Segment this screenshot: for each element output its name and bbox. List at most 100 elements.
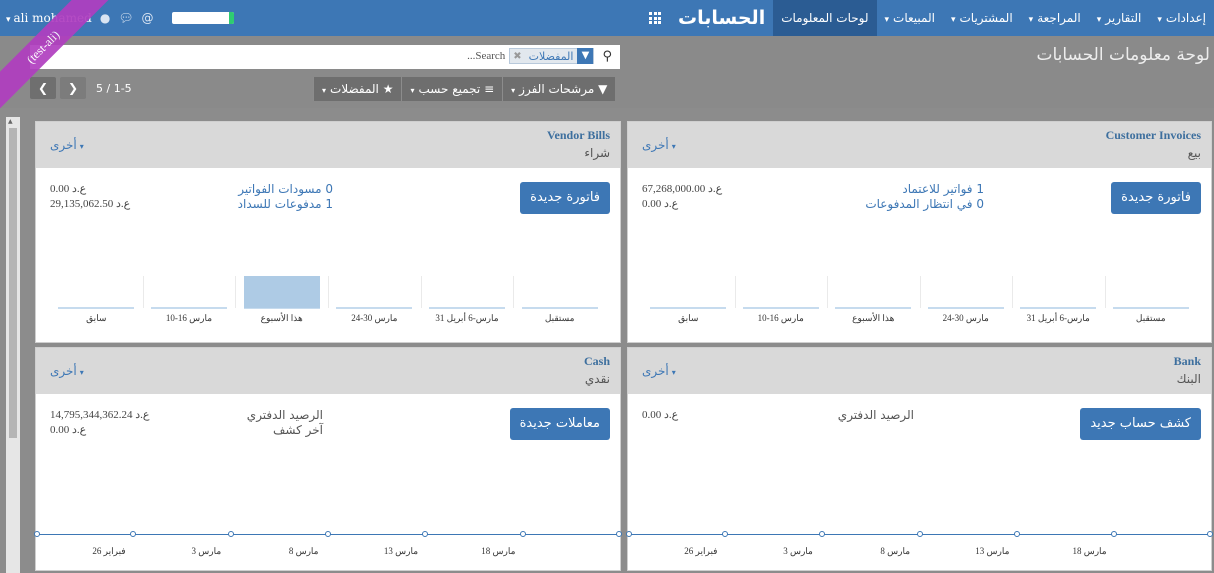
chart-tick-label: 26 فبراير (684, 546, 718, 556)
balance-label: الرصيد الدفتري (246, 408, 323, 422)
card-title[interactable]: Cash نقدي (584, 354, 610, 386)
awaiting-payments-link[interactable]: 0 في انتظار المدفوعات (865, 197, 984, 212)
apps-grid-icon[interactable] (638, 0, 672, 36)
amount-value: 0.00 ع.د (50, 424, 87, 436)
close-icon[interactable]: ✖ (510, 51, 524, 62)
chart-tick-label: 3 مارس (191, 546, 222, 556)
list-icon: ≡ (484, 82, 495, 96)
chart-bar-baseline (927, 307, 1004, 309)
caret-down-icon: ▾ (322, 86, 327, 95)
chart-gridline (919, 276, 921, 308)
menu-review[interactable]: المراجعة▾ (1021, 0, 1089, 36)
user-icon[interactable]: ● (100, 11, 110, 25)
filters-label: مرشحات الفرز (519, 82, 595, 96)
caret-down-icon: ▾ (410, 86, 415, 95)
card-customer-invoices: Customer Invoices بيع ▾أخرى فاتورة جديدة… (627, 121, 1212, 343)
scroll-up-arrow-icon[interactable]: ▲ (8, 118, 13, 125)
chevron-left-icon: ❮ (37, 81, 49, 95)
star-icon: ★ (382, 82, 394, 96)
new-transactions-button[interactable]: معاملات جديدة (509, 408, 610, 440)
menu-reports[interactable]: التقارير▾ (1089, 0, 1150, 36)
chart-point (616, 531, 622, 537)
chart-gridline (513, 276, 515, 308)
chart-bar-baseline (151, 307, 227, 309)
card-links: 1 فواتير للاعتماد 0 في انتظار المدفوعات (865, 182, 984, 212)
amount-value: 14,795,344,362.24 ع.د (50, 409, 150, 421)
line-chart[interactable]: 26 فبراير 3 مارس 8 مارس 13 مارس 18 مارس (626, 498, 1213, 570)
chart-bar-baseline (742, 307, 819, 309)
new-invoice-button[interactable]: فاتورة جديدة (1111, 182, 1201, 214)
main-menu: الحسابات لوحات المعلومات المبيعات▾ المشت… (638, 0, 1214, 36)
amount-value: 29,135,062.50 ع.د (50, 198, 131, 210)
chart-tick-label: 24-30 مارس (942, 313, 989, 323)
line-chart[interactable]: 26 فبراير 3 مارس 8 مارس 13 مارس 18 مارس (34, 498, 622, 570)
card-title[interactable]: Vendor Bills شراء (547, 128, 610, 160)
chart-tick-label: 13 مارس (975, 546, 1010, 556)
card-links: 0 مسودات الفواتير 1 مدفوعات للسداد (238, 182, 333, 212)
chart-bar-baseline (429, 307, 505, 309)
user-menu[interactable]: ▾ ali mohamed (6, 11, 92, 25)
menu-label: لوحات المعلومات (781, 11, 869, 25)
menu-settings[interactable]: إعدادات▾ (1149, 0, 1214, 36)
amount-value: 0.00 ع.د (50, 183, 87, 195)
search-icon[interactable]: ⚲ (602, 49, 612, 64)
chart-bar-baseline (58, 307, 135, 309)
menu-dashboards[interactable]: لوحات المعلومات (773, 0, 877, 36)
card-title-en[interactable]: Cash (584, 354, 610, 369)
card-title[interactable]: Bank البنك (1174, 354, 1201, 386)
caret-down-icon: ▾ (79, 142, 84, 151)
amount-value: 67,268,000.00 ع.د (642, 183, 723, 195)
draft-bills-link[interactable]: 0 مسودات الفواتير (238, 182, 333, 197)
pager-previous-button[interactable]: ❮ (30, 77, 56, 99)
chat-icon[interactable]: 💬︎ (118, 11, 133, 25)
chart-point (819, 531, 826, 537)
menu-purchases[interactable]: المشتريات▾ (943, 0, 1021, 36)
at-icon[interactable]: @ (142, 11, 154, 25)
card-header: Vendor Bills شراء ▾أخرى (36, 122, 620, 168)
card-links: الرصيد الدفتري آخر كشف (247, 408, 323, 438)
chart-tick-label: سابق (86, 313, 107, 323)
more-dropdown[interactable]: ▾أخرى (642, 364, 676, 378)
chart-point (130, 531, 137, 537)
menu-sales[interactable]: المبيعات▾ (877, 0, 943, 36)
chart-tick-label: 18 مارس (1072, 546, 1107, 556)
favorites-label: المفضلات (330, 82, 379, 96)
new-statement-button[interactable]: كشف حساب جديد (1080, 408, 1201, 440)
last-statement-label: آخر كشف (272, 423, 323, 437)
filters-button[interactable]: ▼ مرشحات الفرز▾ (502, 77, 616, 101)
chart-gridline (420, 276, 422, 308)
caret-down-icon: ▾ (6, 15, 11, 25)
caret-down-icon: ▾ (884, 15, 890, 25)
chart-point (1013, 531, 1020, 537)
bar-chart[interactable]: سابق 10-16 مارس هذا الأسبوع 24-30 مارس 31 ما… (628, 272, 1211, 342)
chart-tick-label: سابق (678, 313, 699, 323)
scrollbar-thumb[interactable] (9, 128, 17, 438)
favorites-button[interactable]: ★ المفضلات▾ (313, 77, 402, 101)
group-by-label: تجميع حسب (418, 82, 481, 96)
chart-tick-label: 24-30 مارس (351, 313, 398, 323)
chart-tick-label: 31 مارس-6 أبريل (1026, 313, 1090, 323)
more-label: أخرى (642, 364, 669, 378)
more-dropdown[interactable]: ▾أخرى (50, 364, 84, 378)
card-title-en[interactable]: Vendor Bills (547, 128, 610, 143)
search-facet[interactable]: ✖ المفضلات ▼ (509, 48, 595, 64)
bar-chart[interactable]: سابق 10-16 مارس هذا الأسبوع 24-30 مارس 31 ما… (36, 272, 620, 342)
search-input[interactable]: ...Search (467, 50, 505, 62)
card-title-en[interactable]: Bank (1174, 354, 1201, 369)
group-by-button[interactable]: ≡ تجميع حسب▾ (401, 77, 503, 101)
card-title-en[interactable]: Customer Invoices (1106, 128, 1201, 143)
pager-value[interactable]: 5 / 1-5 (96, 82, 132, 95)
new-bill-button[interactable]: فاتورة جديدة (520, 182, 610, 214)
caret-down-icon: ▾ (1028, 15, 1034, 25)
payments-to-do-link[interactable]: 1 مدفوعات للسداد (238, 197, 333, 212)
pager-next-button[interactable]: ❯ (60, 77, 86, 99)
to-validate-link[interactable]: 1 فواتير للاعتماد (865, 182, 984, 197)
search-bar[interactable]: ...Search ✖ المفضلات ▼ ⚲ (30, 45, 620, 69)
more-dropdown[interactable]: ▾أخرى (642, 138, 676, 152)
chart-bar-baseline (336, 307, 413, 309)
amount-value: 0.00 ع.د (642, 409, 679, 421)
more-dropdown[interactable]: ▾أخرى (50, 138, 84, 152)
card-amounts: 14,795,344,362.24 ع.د 0.00 ع.د (50, 408, 149, 438)
breadcrumb: لوحة معلومات الحسابات (1036, 45, 1210, 65)
card-title[interactable]: Customer Invoices بيع (1106, 128, 1201, 160)
